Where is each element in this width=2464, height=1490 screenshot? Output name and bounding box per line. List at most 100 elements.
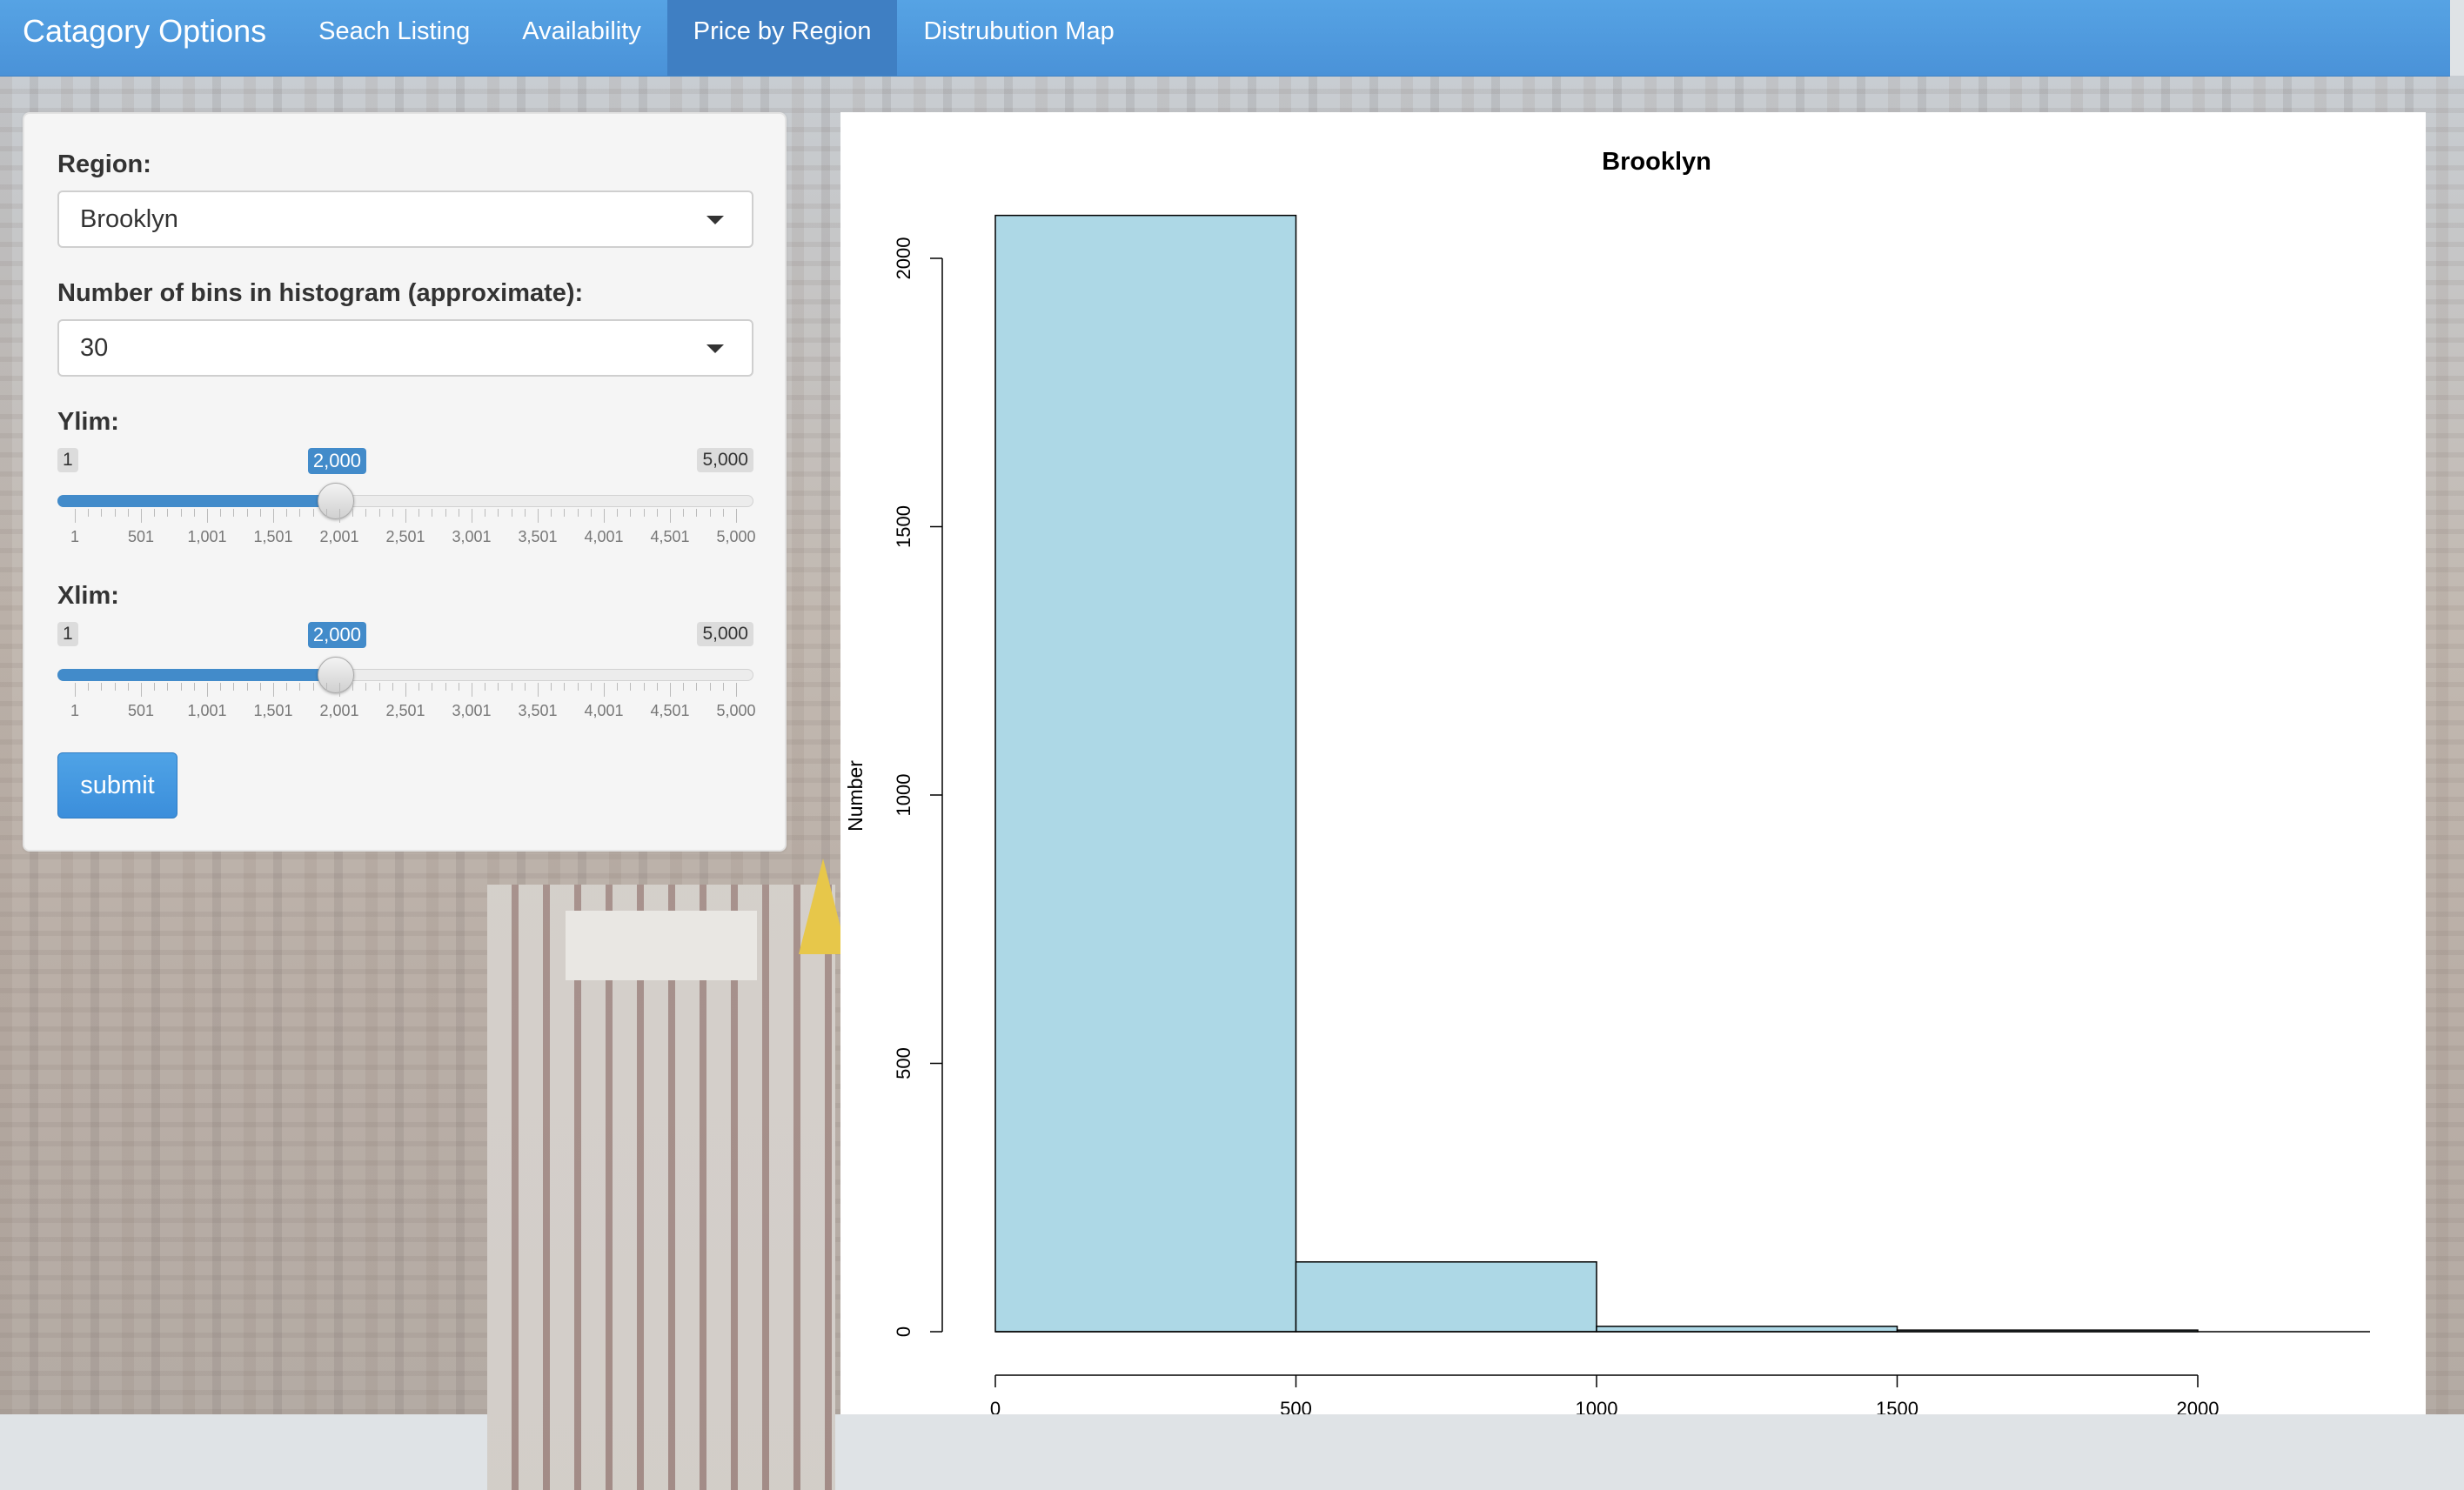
xlim-slider-tick — [114, 683, 116, 691]
xlim-slider-tick — [656, 683, 658, 691]
ylim-slider-tick — [551, 509, 552, 517]
ylim-value-label: 2,000 — [307, 448, 366, 474]
ylim-slider-tick — [312, 509, 314, 517]
ylim-slider-fill — [57, 495, 336, 507]
region-label: Region: — [57, 150, 151, 178]
ylim-slider-tick — [259, 509, 261, 517]
tab-seach-listing[interactable]: Seach Listing — [292, 0, 496, 76]
xlim-slider-tick — [246, 683, 248, 691]
xlim-slider-tick — [670, 683, 671, 697]
ylim-slider-tick — [418, 509, 420, 517]
ylim-slider-tick-label: 501 — [127, 528, 155, 545]
ylim-slider-tick — [696, 509, 698, 517]
xlim-slider-tick-label: 1,501 — [253, 702, 293, 719]
xlim-slider-tick — [564, 683, 566, 691]
ylim-slider-tick — [378, 509, 380, 517]
ylim-slider-tick — [604, 509, 605, 523]
xlim-slider-tick — [445, 683, 446, 691]
xlim-slider-tick — [325, 683, 327, 691]
ylim-slider-tick — [590, 509, 592, 517]
xlim-slider-tick — [286, 683, 288, 691]
xlim-slider-fill — [57, 669, 336, 681]
ylim-slider[interactable]: 1 5,000 2,000 1 501 1,001 1,501 2,001 2,501 3,… — [57, 448, 756, 570]
ylim-slider-tick — [365, 509, 367, 517]
ylim-slider-tick — [683, 509, 685, 517]
xlim-slider-tick — [167, 683, 169, 691]
xlim-slider-tick-label: 1,001 — [187, 702, 227, 719]
ylim-slider-tick — [709, 509, 711, 517]
ylim-slider-tick — [722, 509, 724, 517]
xlim-slider-tick-label: 4,501 — [650, 702, 690, 719]
region-select-value: Brooklyn — [80, 205, 178, 233]
x-tick-label: 1500 — [1876, 1398, 1918, 1414]
ylim-slider-tick-label: 5,000 — [716, 528, 756, 545]
xlim-slider[interactable]: 1 5,000 2,000 1 501 1,001 1,501 2,001 2,501 3,… — [57, 622, 756, 744]
region-select[interactable]: Brooklyn — [57, 190, 753, 248]
ylim-slider-tick — [154, 509, 156, 517]
xlim-slider-tick — [154, 683, 156, 691]
xlim-slider-tick — [405, 683, 406, 697]
ylim-slider-tick — [656, 509, 658, 517]
y-axis-label: Number — [844, 760, 867, 832]
xlim-slider-tick — [299, 683, 301, 691]
ylim-slider-handle[interactable] — [317, 483, 354, 519]
ylim-slider-tick-label: 3,001 — [452, 528, 492, 545]
ylim-slider-tick — [220, 509, 222, 517]
ylim-slider-tick — [498, 509, 499, 517]
xlim-slider-tick-label: 4,001 — [584, 702, 624, 719]
xlim-slider-tick-label: 3,501 — [518, 702, 558, 719]
navbar-brand[interactable]: Catagory Options — [0, 0, 292, 76]
building-top-image — [566, 911, 757, 980]
ylim-max-label: 5,000 — [697, 448, 753, 472]
xlim-slider-tick — [630, 683, 632, 691]
x-tick-label: 2000 — [2177, 1398, 2220, 1414]
histogram-bar — [994, 214, 1297, 1333]
bins-select[interactable]: 30 — [57, 319, 753, 377]
xlim-slider-tick — [643, 683, 645, 691]
ylim-slider-tick — [207, 509, 208, 523]
ylim-slider-tick — [405, 509, 406, 523]
bins-select-value: 30 — [80, 334, 109, 362]
xlim-slider-tick — [722, 683, 724, 691]
xlim-slider-tick — [551, 683, 552, 691]
y-tick-label: 500 — [893, 1047, 914, 1079]
sidebar-panel: Region: Brooklyn Number of bins in histo… — [23, 112, 787, 852]
ylim-slider-tick — [180, 509, 182, 517]
ylim-slider-tick — [445, 509, 446, 517]
y-tick-label: 1500 — [893, 505, 914, 548]
ylim-label: Ylim: — [57, 408, 119, 436]
ylim-slider-tick — [101, 509, 103, 517]
xlim-slider-tick — [233, 683, 235, 691]
ylim-slider-tick — [141, 509, 142, 523]
ylim-slider-tick — [617, 509, 619, 517]
ylim-slider-tick-label: 3,501 — [518, 528, 558, 545]
xlim-slider-tick — [127, 683, 129, 691]
ylim-slider-tick — [75, 509, 76, 523]
xlim-slider-tick — [392, 683, 393, 691]
xlim-slider-tick-label: 5,000 — [716, 702, 756, 719]
navbar: Catagory Options Seach Listing Availabil… — [0, 0, 2450, 77]
submit-button[interactable]: submit — [57, 752, 177, 818]
ylim-min-label: 1 — [57, 448, 78, 472]
chevron-down-icon — [706, 344, 724, 353]
xlim-slider-tick — [709, 683, 711, 691]
xlim-slider-tick — [88, 683, 90, 691]
ylim-slider-tick — [233, 509, 235, 517]
xlim-slider-tick — [418, 683, 420, 691]
xlim-slider-handle[interactable] — [317, 657, 354, 693]
tab-distrubution-map[interactable]: Distrubution Map — [897, 0, 1140, 76]
xlim-slider-tick — [696, 683, 698, 691]
histogram-bar — [1295, 1261, 1597, 1333]
ylim-slider-tick — [325, 509, 327, 517]
xlim-slider-tick-label: 2,501 — [385, 702, 425, 719]
xlim-slider-tick — [590, 683, 592, 691]
tab-availability[interactable]: Availability — [496, 0, 666, 76]
xlim-max-label: 5,000 — [697, 622, 753, 646]
ylim-slider-tick — [670, 509, 671, 523]
ylim-slider-tick — [564, 509, 566, 517]
ylim-slider-tick — [577, 509, 579, 517]
tab-price-by-region[interactable]: Price by Region — [666, 0, 898, 76]
y-tick-label: 2000 — [893, 237, 914, 280]
ylim-slider-tick — [643, 509, 645, 517]
ylim-slider-tick — [246, 509, 248, 517]
